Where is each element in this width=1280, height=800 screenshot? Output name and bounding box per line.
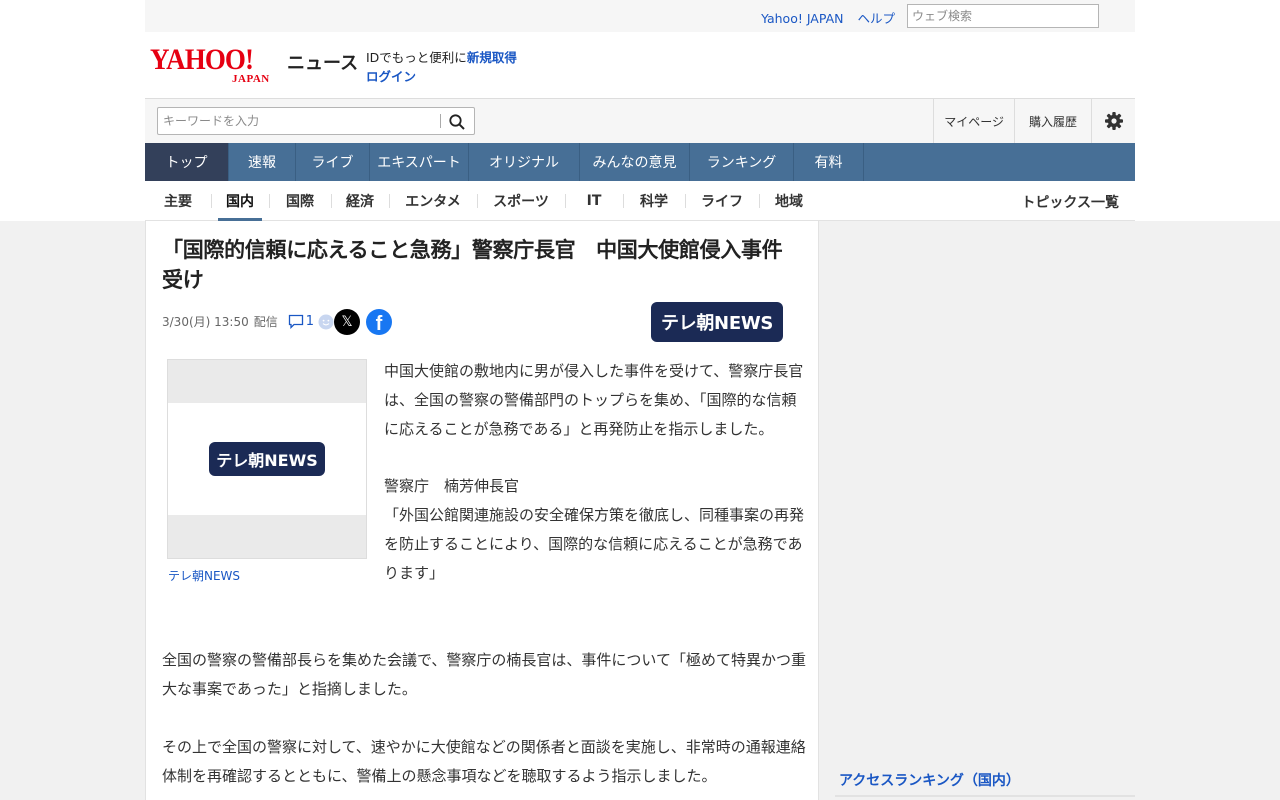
help-link[interactable]: ヘルプ (857, 11, 895, 26)
article-title: 「国際的信頼に応えること急務」警察庁長官 中国大使館侵入事件受け (162, 238, 783, 292)
category-nav: 主要 国内 国際 経済 エンタメ スポーツ IT 科学 ライフ 地域 トピックス… (145, 181, 1135, 221)
facebook-icon: f (375, 313, 383, 335)
photo-content: テレ朝NEWS (168, 403, 366, 515)
search-divider (440, 114, 441, 128)
keyword-search-input[interactable] (158, 108, 438, 134)
photo-caption[interactable]: テレ朝NEWS (168, 567, 240, 584)
logo-japan-text: JAPAN (232, 73, 270, 85)
global-nav: トップ 速報 ライブ エキスパート オリジナル みんなの意見 ランキング 有料 (145, 143, 1135, 181)
article-photo[interactable]: テレ朝NEWS (167, 359, 367, 559)
article-paragraph-4: その上で全国の警察に対して、速やかに大使館などの関係者と面談を実施し、非常時の通… (162, 738, 806, 786)
web-search-input[interactable] (907, 4, 1099, 28)
topics-list-link[interactable]: トピックス一覧 (1021, 192, 1119, 212)
signup-link[interactable]: 新規取得 (467, 50, 517, 65)
gnav-ranking[interactable]: ランキング (690, 143, 794, 181)
delivered-label: 配信 (253, 315, 278, 329)
article-paragraph-1: 中国大使館の敷地内に男が侵入した事件を受けて、警察庁長官は、全国の警察の警備部門… (384, 362, 804, 439)
quote-text: 「外国公館関連施設の安全確保方策を徹底し、同種事案の再発を防止することにより、国… (384, 505, 805, 583)
gnav-breaking[interactable]: 速報 (229, 143, 296, 181)
cat-region[interactable]: 地域 (759, 181, 819, 221)
reaction-face-icon (318, 314, 334, 329)
id-promo: IDでもっと便利に新規取得 ログイン (366, 48, 517, 86)
gnav-original[interactable]: オリジナル (469, 143, 580, 181)
gnav-paid[interactable]: 有料 (794, 143, 864, 181)
cat-international[interactable]: 国際 (269, 181, 331, 221)
cat-sports[interactable]: スポーツ (477, 181, 565, 221)
article-paragraph-3: 全国の警察の警備部長らを集めた会議で、警察庁の楠長官は、事件について「極めて特異… (162, 651, 806, 699)
search-icon[interactable] (448, 113, 466, 131)
comment-count: 1 (305, 314, 315, 329)
brand-row: YAHOO! JAPAN ニュース IDでもっと便利に新規取得 ログイン (145, 32, 1135, 98)
article-paragraph-2: 警察庁 楠芳伸長官 「外国公館関連施設の安全確保方策を徹底し、同種事案の再発を防… (384, 472, 806, 589)
provider-logo[interactable]: テレ朝NEWS (651, 302, 783, 342)
cat-main[interactable]: 主要 (145, 181, 211, 221)
service-name[interactable]: ニュース (287, 49, 358, 75)
gnav-opinion[interactable]: みんなの意見 (580, 143, 690, 181)
gnav-expert[interactable]: エキスパート (370, 143, 469, 181)
cat-entertainment[interactable]: エンタメ (389, 181, 477, 221)
gnav-live[interactable]: ライブ (296, 143, 370, 181)
article-body-side: 中国大使館の敷地内に男が侵入した事件を受けて、警察庁長官は、全国の警察の警備部門… (384, 357, 806, 588)
cat-it[interactable]: IT (565, 181, 623, 221)
photo-logo: テレ朝NEWS (209, 442, 325, 476)
login-link[interactable]: ログイン (366, 69, 416, 84)
promo-text: IDでもっと便利に (366, 50, 467, 65)
cat-economy[interactable]: 経済 (331, 181, 389, 221)
search-row: マイページ 購入履歴 (145, 98, 1135, 143)
utility-links: Yahoo! JAPAN ヘルプ (751, 8, 895, 27)
share-x-button[interactable]: 𝕏 (334, 309, 360, 335)
purchase-history-link[interactable]: 購入履歴 (1013, 99, 1091, 143)
yahoo-news-logo[interactable]: YAHOO! JAPAN (150, 43, 290, 86)
cat-science[interactable]: 科学 (623, 181, 685, 221)
quote-speaker: 警察庁 楠芳伸長官 (384, 476, 520, 495)
x-icon: 𝕏 (341, 314, 353, 330)
cat-life[interactable]: ライフ (685, 181, 759, 221)
keyword-search-box (157, 107, 475, 135)
article-main: 「国際的信頼に応えること急務」警察庁長官 中国大使館侵入事件受け 3/30(月)… (145, 221, 819, 800)
share-facebook-button[interactable]: f (366, 309, 392, 335)
utility-bar: Yahoo! JAPAN ヘルプ (145, 0, 1135, 32)
comment-icon (288, 314, 303, 329)
account-menu: マイページ 購入履歴 (933, 99, 1135, 143)
mypage-link[interactable]: マイページ (933, 99, 1014, 143)
ranking-divider (835, 795, 1135, 797)
article-meta: 3/30(月) 13:50 配信 1 (162, 313, 334, 330)
access-ranking-title[interactable]: アクセスランキング（国内） (839, 770, 1020, 790)
comment-link[interactable]: 1 (288, 314, 334, 330)
publish-date: 3/30(月) 13:50 (162, 315, 249, 329)
cat-domestic[interactable]: 国内 (211, 181, 269, 221)
logo-yahoo-text: YAHOO! (150, 43, 254, 76)
settings-button[interactable] (1091, 99, 1135, 143)
gnav-top[interactable]: トップ (145, 143, 229, 181)
yahoo-japan-link[interactable]: Yahoo! JAPAN (761, 11, 843, 26)
gear-icon (1104, 112, 1123, 130)
